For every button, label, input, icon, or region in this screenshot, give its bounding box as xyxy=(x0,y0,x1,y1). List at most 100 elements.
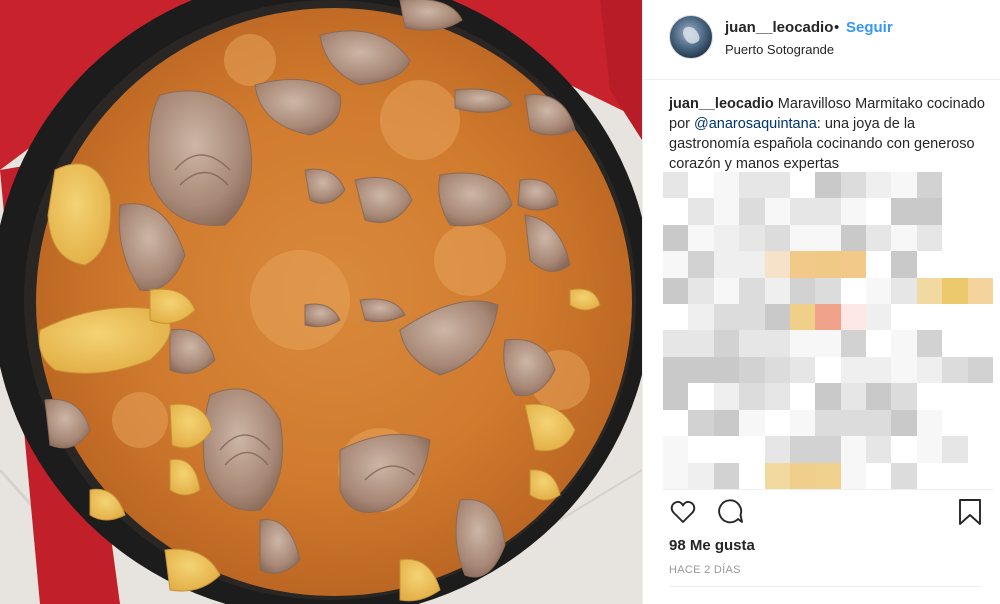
blur-cell xyxy=(916,330,943,357)
blur-cell xyxy=(891,356,917,384)
blur-cell xyxy=(891,330,917,357)
blur-cell xyxy=(866,198,892,225)
blur-cell xyxy=(967,383,993,410)
follow-button[interactable]: Seguir xyxy=(846,19,893,36)
blur-cell xyxy=(713,198,740,225)
blur-cell xyxy=(942,198,968,225)
blur-cell xyxy=(739,172,765,199)
blur-cell xyxy=(789,409,816,437)
divider xyxy=(669,586,981,587)
blur-cell xyxy=(916,436,943,463)
blur-cell xyxy=(688,277,714,305)
avatar[interactable] xyxy=(669,15,713,59)
bookmark-icon[interactable] xyxy=(957,498,987,528)
blur-cell xyxy=(815,409,841,437)
header-username[interactable]: juan__leocadio xyxy=(725,19,833,36)
location-link[interactable]: Puerto Sotogrande xyxy=(725,42,834,57)
blur-cell xyxy=(967,277,993,305)
blur-cell xyxy=(916,409,943,437)
blur-cell xyxy=(967,172,993,199)
blur-cell xyxy=(840,356,867,384)
blur-cell xyxy=(739,224,765,252)
caption-mention-link[interactable]: @anarosaquintana xyxy=(694,116,817,132)
blur-cell xyxy=(840,304,867,331)
blur-cell xyxy=(967,356,993,384)
blur-cell xyxy=(663,409,689,437)
blur-cell xyxy=(764,224,790,252)
blur-cell xyxy=(866,383,892,410)
blur-cell xyxy=(891,224,917,252)
comment-icon[interactable] xyxy=(716,498,746,528)
blur-cell xyxy=(916,198,943,225)
blur-cell xyxy=(688,251,714,278)
blur-cell xyxy=(713,224,740,252)
blur-cell xyxy=(688,224,714,252)
blur-cell xyxy=(713,277,740,305)
blur-cell xyxy=(916,224,943,252)
blur-cell xyxy=(739,277,765,305)
blur-cell xyxy=(942,409,968,437)
blur-cell xyxy=(663,330,689,357)
blur-cell xyxy=(866,172,892,199)
blur-cell xyxy=(713,356,740,384)
post-caption: juan__leocadio Maravilloso Marmitako coc… xyxy=(669,94,989,174)
blur-cell xyxy=(713,462,740,489)
blur-cell xyxy=(967,304,993,331)
blur-cell xyxy=(663,462,689,489)
blur-cell xyxy=(789,172,816,199)
blur-cell xyxy=(866,251,892,278)
blur-cell xyxy=(739,409,765,437)
blur-cell xyxy=(891,198,917,225)
blur-cell xyxy=(739,436,765,463)
blur-cell xyxy=(688,330,714,357)
blur-cell xyxy=(967,409,993,437)
blur-cell xyxy=(764,462,790,489)
blur-cell xyxy=(764,436,790,463)
blur-cell xyxy=(688,383,714,410)
blur-cell xyxy=(942,356,968,384)
blur-cell xyxy=(663,224,689,252)
like-count[interactable]: 98 Me gusta xyxy=(669,537,755,554)
blur-cell xyxy=(739,198,765,225)
blur-cell xyxy=(942,304,968,331)
blur-cell xyxy=(789,224,816,252)
blur-cell xyxy=(916,304,943,331)
post-photo[interactable] xyxy=(0,0,642,604)
blur-cell xyxy=(942,172,968,199)
blur-cell xyxy=(789,383,816,410)
blur-cell xyxy=(663,356,689,384)
blur-cell xyxy=(789,436,816,463)
blur-cell xyxy=(815,251,841,278)
blur-cell xyxy=(789,462,816,489)
heart-icon[interactable] xyxy=(669,498,699,528)
post-sidebar: juan__leocadio • Seguir Puerto Sotogrand… xyxy=(642,0,1000,604)
blur-cell xyxy=(942,224,968,252)
blur-cell xyxy=(891,436,917,463)
blur-cell xyxy=(866,436,892,463)
blur-cell xyxy=(942,251,968,278)
blur-cell xyxy=(840,198,867,225)
blur-cell xyxy=(789,330,816,357)
caption-username[interactable]: juan__leocadio xyxy=(669,96,774,112)
blur-cell xyxy=(688,356,714,384)
blur-cell xyxy=(891,383,917,410)
blur-cell xyxy=(967,436,993,463)
blur-cell xyxy=(866,330,892,357)
blur-cell xyxy=(739,462,765,489)
blur-cell xyxy=(942,436,968,463)
blur-cell xyxy=(815,436,841,463)
post-timestamp[interactable]: HACE 2 DÍAS xyxy=(669,564,741,576)
blur-cell xyxy=(713,330,740,357)
blur-cell xyxy=(840,172,867,199)
blur-cell xyxy=(688,462,714,489)
blur-cell xyxy=(764,198,790,225)
blur-cell xyxy=(866,304,892,331)
blur-cell xyxy=(840,277,867,305)
blur-cell xyxy=(739,251,765,278)
blur-cell xyxy=(764,304,790,331)
blur-cell xyxy=(891,304,917,331)
blur-cell xyxy=(688,304,714,331)
blur-cell xyxy=(866,356,892,384)
blur-cell xyxy=(840,409,867,437)
blur-cell xyxy=(688,409,714,437)
